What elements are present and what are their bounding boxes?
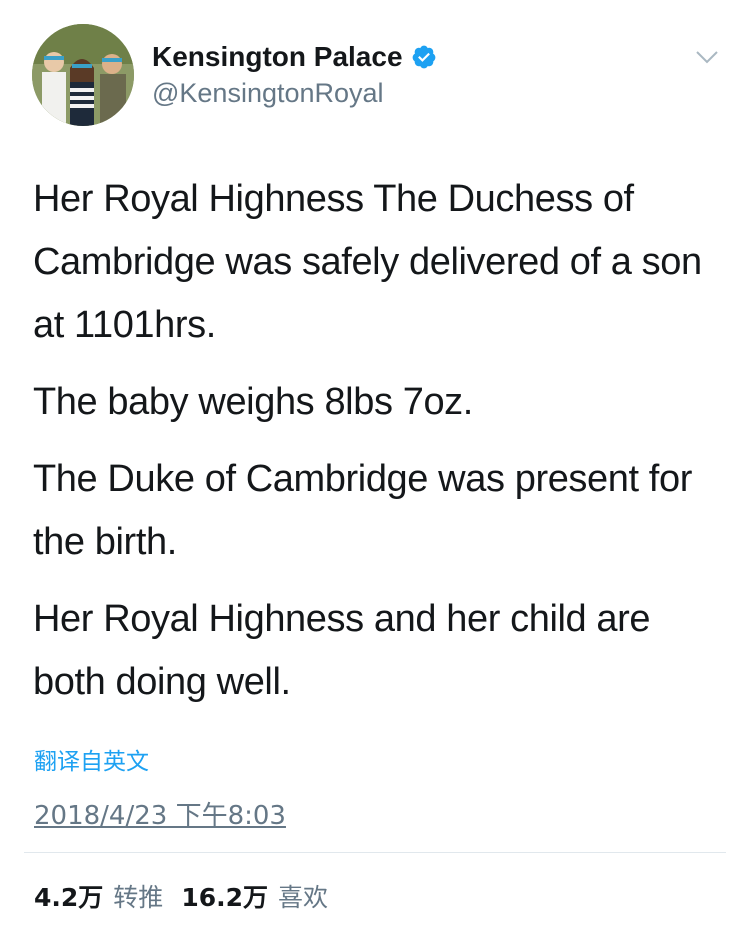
tweet-paragraph: Her Royal Highness and her child are bot… [33, 598, 651, 703]
tweet-paragraph: The Duke of Cambridge was present for th… [33, 458, 692, 563]
display-name[interactable]: Kensington Palace [152, 41, 403, 73]
retweet-label[interactable]: 转推 [113, 878, 163, 914]
verified-badge-icon [411, 44, 437, 70]
like-label[interactable]: 喜欢 [278, 878, 328, 914]
divider [24, 852, 726, 853]
chevron-down-icon[interactable] [694, 44, 720, 70]
retweet-count[interactable]: 4.2万 [34, 878, 103, 914]
like-count[interactable]: 16.2万 [181, 878, 268, 914]
tweet-text: Her Royal Highness The Duchess of Cambri… [33, 168, 723, 728]
tweet-timestamp[interactable]: 2018/4/23 下午8:03 [34, 795, 286, 832]
tweet-paragraph: Her Royal Highness The Duchess of Cambri… [33, 178, 702, 346]
author-name-row[interactable]: Kensington Palace [152, 40, 437, 74]
engagement-stats: 4.2万 转推 16.2万 喜欢 [34, 878, 346, 914]
user-handle[interactable]: @KensingtonRoyal [152, 78, 384, 109]
tweet-card: Kensington Palace @KensingtonRoyal Her R… [0, 0, 750, 938]
profile-avatar[interactable] [32, 24, 134, 126]
translate-link[interactable]: 翻译自英文 [34, 742, 149, 776]
tweet-paragraph: The baby weighs 8lbs 7oz. [33, 381, 473, 423]
